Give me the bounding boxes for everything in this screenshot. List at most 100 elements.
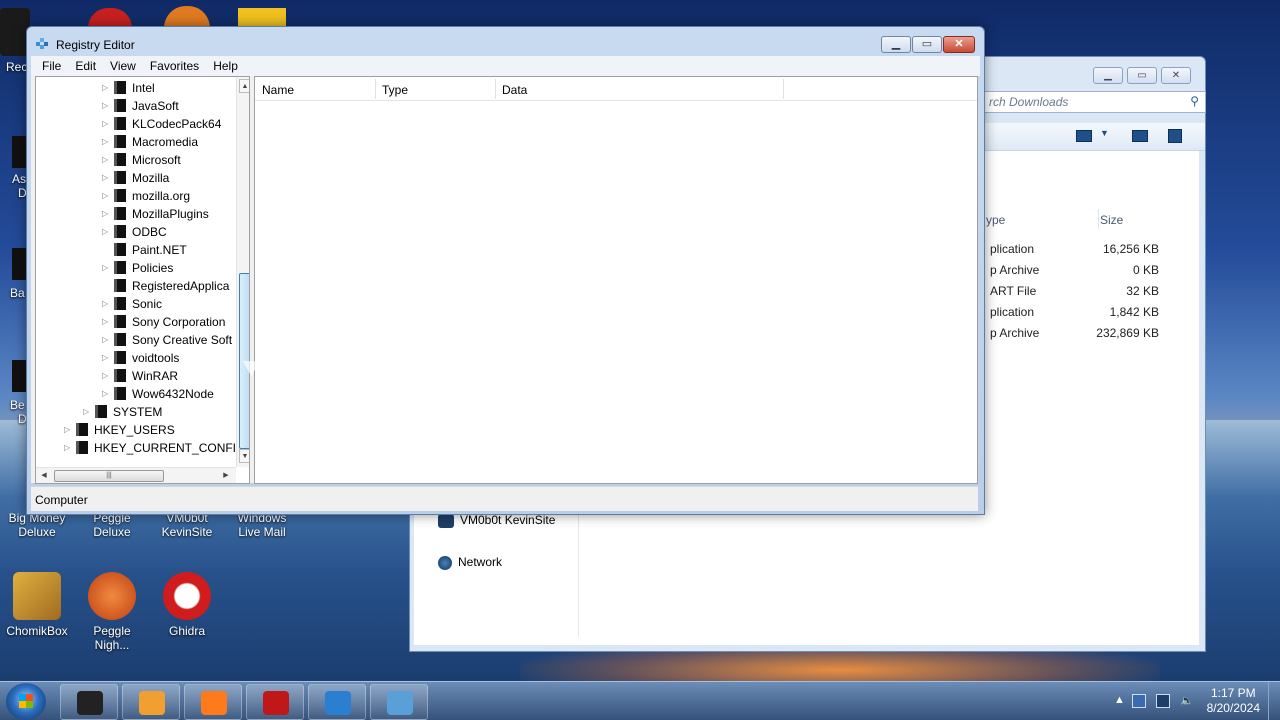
app-icon[interactable]: [88, 8, 132, 28]
expand-arrow-icon[interactable]: ▷: [102, 169, 112, 187]
expand-arrow-icon[interactable]: ▷: [83, 403, 93, 421]
tree-horizontal-scrollbar[interactable]: ◀ ||| ▶: [36, 467, 236, 483]
tree-item[interactable]: ▷ Wow6432Node: [102, 385, 214, 403]
tree-item[interactable]: ▷ ODBC: [102, 223, 167, 241]
file-row[interactable]: ART File 32 KB: [986, 284, 1199, 305]
expand-arrow-icon[interactable]: ▷: [64, 421, 74, 439]
desktop-partial-icon[interactable]: [12, 360, 26, 392]
file-row[interactable]: plication 1,842 KB: [986, 305, 1199, 326]
tree-item[interactable]: ▷ Mozilla: [102, 169, 169, 187]
app-icon[interactable]: [238, 8, 286, 28]
chevron-down-icon[interactable]: ▼: [1100, 128, 1109, 138]
close-button[interactable]: ✕: [943, 36, 975, 53]
expand-arrow-icon[interactable]: ▷: [102, 97, 112, 115]
menu-view[interactable]: View: [103, 59, 143, 73]
tree-item[interactable]: ▷ Macromedia: [102, 133, 198, 151]
taskbar-button-record[interactable]: [246, 684, 304, 720]
tree-item[interactable]: ▷ mozilla.org: [102, 187, 190, 205]
tree-item[interactable]: ▷ Sony Creative Soft: [102, 331, 232, 349]
desktop-icon-vm-kevinsite[interactable]: VM0b0t KevinSite: [150, 511, 224, 539]
tree-item[interactable]: ▷ Policies: [102, 259, 173, 277]
expand-arrow-icon[interactable]: ▷: [102, 115, 112, 133]
clock[interactable]: 1:17 PM 8/20/2024: [1207, 686, 1260, 716]
tree-vertical-scrollbar[interactable]: ▲ ▼: [236, 77, 249, 467]
tree-item[interactable]: Paint.NET: [102, 241, 187, 259]
scroll-down-icon[interactable]: ▼: [239, 449, 249, 463]
tree-item[interactable]: ▷ MozillaPlugins: [102, 205, 209, 223]
taskbar-button-media-center[interactable]: [122, 684, 180, 720]
tree-item[interactable]: ▷ HKEY_USERS: [64, 421, 175, 439]
expand-arrow-icon[interactable]: ▷: [102, 187, 112, 205]
maximize-icon[interactable]: ▭: [1127, 67, 1157, 84]
desktop-partial-icon[interactable]: [12, 248, 26, 280]
expand-arrow-icon[interactable]: ▷: [102, 133, 112, 151]
maximize-button[interactable]: ▭: [912, 36, 942, 53]
tree-item[interactable]: ▷ WinRAR: [102, 367, 178, 385]
desktop-icon-windows-live-mail[interactable]: Windows Live Mail: [225, 511, 299, 539]
tree-item[interactable]: ▷ JavaSoft: [102, 97, 179, 115]
preview-pane-icon[interactable]: [1132, 130, 1148, 142]
view-icon[interactable]: [1076, 130, 1092, 142]
close-icon[interactable]: ✕: [1161, 67, 1191, 84]
tree-item[interactable]: ▷ Microsoft: [102, 151, 181, 169]
menu-file[interactable]: File: [35, 59, 68, 73]
help-icon[interactable]: [1168, 129, 1182, 143]
tree-item[interactable]: ▷ Sonic: [102, 295, 162, 313]
minimize-button[interactable]: ▁: [881, 36, 911, 53]
expand-arrow-icon[interactable]: ▷: [102, 385, 112, 403]
scroll-left-icon[interactable]: ◀: [38, 470, 50, 482]
taskbar-button-cmd[interactable]: [60, 684, 118, 720]
hscroll-thumb[interactable]: |||: [54, 470, 164, 482]
expand-arrow-icon[interactable]: ▷: [102, 259, 112, 277]
tree-item[interactable]: ▷ SYSTEM: [83, 403, 162, 421]
expand-arrow-icon[interactable]: ▷: [102, 313, 112, 331]
menu-help[interactable]: Help: [206, 59, 245, 73]
file-row[interactable]: plication 16,256 KB: [986, 242, 1199, 263]
start-button[interactable]: [6, 683, 46, 720]
menu-favorites[interactable]: Favorites: [143, 59, 206, 73]
expand-arrow-icon[interactable]: ▷: [102, 205, 112, 223]
registry-values-list[interactable]: Name Type Data: [254, 76, 978, 484]
taskbar-button-firefox[interactable]: [184, 684, 242, 720]
tree-item[interactable]: ▷ HKEY_CURRENT_CONFIG: [64, 439, 245, 457]
minimize-icon[interactable]: ▁: [1093, 67, 1123, 84]
tree-item[interactable]: ▷ Intel: [102, 79, 155, 97]
tree-item[interactable]: ▷ KLCodecPack64: [102, 115, 221, 133]
column-size[interactable]: Size: [1100, 213, 1123, 227]
expand-arrow-icon[interactable]: ▷: [102, 367, 112, 385]
column-type[interactable]: Type: [382, 83, 408, 97]
file-row[interactable]: p Archive 232,869 KB: [986, 326, 1199, 347]
tray-app-icon[interactable]: [1132, 694, 1146, 708]
expand-arrow-icon[interactable]: ▷: [102, 79, 112, 97]
tree-item[interactable]: ▷ voidtools: [102, 349, 179, 367]
menu-edit[interactable]: Edit: [68, 59, 103, 73]
desktop-icon-big-money[interactable]: Big Money Deluxe: [0, 511, 74, 539]
network-icon[interactable]: [1156, 694, 1170, 708]
taskbar-button-regedit[interactable]: [370, 684, 428, 720]
expand-arrow-icon[interactable]: ▷: [102, 331, 112, 349]
scroll-right-icon[interactable]: ▶: [220, 470, 232, 482]
file-row[interactable]: p Archive 0 KB: [986, 263, 1199, 284]
show-desktop-button[interactable]: [1268, 682, 1280, 720]
expand-arrow-icon[interactable]: ▷: [102, 223, 112, 241]
tree-item[interactable]: RegisteredApplica: [102, 277, 229, 295]
nav-item-vm-kevinsite[interactable]: VM0b0t KevinSite: [438, 513, 555, 528]
desktop-icon-peggle-deluxe[interactable]: Peggle Deluxe: [75, 511, 149, 539]
expand-arrow-icon[interactable]: ▷: [102, 151, 112, 169]
nav-item-network[interactable]: Network: [438, 555, 502, 570]
expand-arrow-icon[interactable]: ▷: [64, 439, 74, 457]
desktop-partial-icon[interactable]: [12, 136, 26, 168]
search-input[interactable]: rch Downloads ⚲: [980, 91, 1206, 113]
registry-tree[interactable]: ▷ Intel ▷ JavaSoft ▷ KLCodecPack64 ▷ Macromedia…: [35, 76, 250, 484]
desktop-icon-peggle-nights[interactable]: Peggle Nigh...: [75, 572, 149, 652]
expand-arrow-icon[interactable]: ▷: [102, 295, 112, 313]
volume-icon[interactable]: 🔈: [1180, 694, 1194, 708]
registry-editor-window[interactable]: Registry Editor ▁ ▭ ✕ File Edit View Fav…: [26, 26, 985, 515]
taskbar-button-media-player[interactable]: [308, 684, 366, 720]
desktop-icon-ghidra[interactable]: Ghidra: [150, 572, 224, 638]
desktop-icon-chomikbox[interactable]: ChomikBox: [0, 572, 74, 638]
scroll-up-icon[interactable]: ▲: [239, 79, 249, 93]
search-icon[interactable]: ⚲: [1190, 94, 1199, 108]
column-type[interactable]: ype: [986, 213, 1005, 227]
expand-arrow-icon[interactable]: ▷: [102, 349, 112, 367]
